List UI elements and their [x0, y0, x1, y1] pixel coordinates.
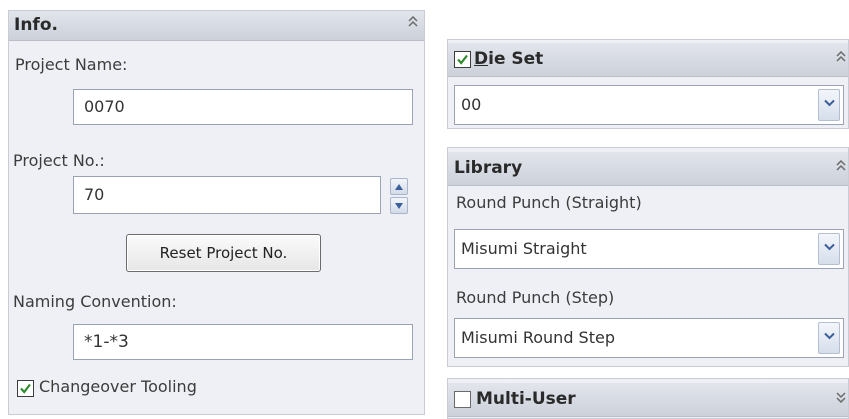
info-panel-header[interactable]: Info.: [9, 11, 424, 41]
library-panel-title: Library: [454, 158, 523, 178]
chevron-down-icon: [824, 332, 835, 340]
check-icon: [457, 54, 468, 65]
project-no-input[interactable]: 70: [73, 176, 381, 214]
round-punch-straight-value: Misumi Straight: [461, 239, 587, 258]
multi-user-checkbox[interactable]: [454, 391, 471, 408]
round-punch-step-select[interactable]: Misumi Round Step: [454, 318, 844, 358]
die-set-panel: Die Set 00: [447, 39, 849, 129]
library-panel-header[interactable]: Library: [448, 152, 848, 186]
project-name-input[interactable]: 0070: [73, 89, 413, 125]
multi-user-panel-title: Multi-User: [476, 389, 576, 409]
die-set-select[interactable]: 00: [454, 85, 844, 125]
chevron-down-icon: [824, 243, 835, 251]
die-set-dropdown-button[interactable]: [818, 89, 840, 121]
double-chevron-down-icon[interactable]: [836, 388, 846, 410]
library-panel: Library Round Punch (Straight) Misumi St…: [447, 147, 849, 367]
die-set-title-rest: ie Set: [488, 49, 544, 69]
multi-user-panel-header[interactable]: Multi-User: [448, 383, 848, 417]
round-punch-step-dropdown-button[interactable]: [818, 322, 840, 354]
naming-convention-input[interactable]: *1-*3: [73, 324, 413, 360]
project-name-label: Project Name:: [15, 55, 128, 74]
die-set-select-value: 00: [461, 95, 482, 114]
triangle-up-icon: [395, 184, 403, 190]
round-punch-straight-select[interactable]: Misumi Straight: [454, 229, 844, 269]
reset-project-no-button[interactable]: Reset Project No.: [126, 234, 321, 272]
info-panel: Info. Project Name: 0070 Project No.: 70…: [8, 10, 425, 415]
changeover-tooling-checkbox[interactable]: [17, 380, 34, 397]
multi-user-panel: Multi-User: [447, 378, 849, 419]
round-punch-straight-dropdown-button[interactable]: [818, 233, 840, 265]
check-icon: [20, 383, 31, 394]
changeover-tooling-label: Changeover Tooling: [39, 377, 197, 396]
round-punch-step-value: Misumi Round Step: [461, 328, 615, 347]
chevron-down-icon: [824, 99, 835, 107]
triangle-down-icon: [395, 203, 403, 209]
project-no-label: Project No.:: [13, 151, 105, 170]
project-no-spin-down[interactable]: [390, 197, 408, 214]
die-set-panel-header[interactable]: Die Set: [448, 43, 848, 77]
project-no-spin-up[interactable]: [390, 178, 408, 195]
info-panel-title: Info.: [14, 15, 58, 35]
die-set-title-mnemonic: D: [474, 49, 489, 69]
round-punch-step-label: Round Punch (Step): [456, 288, 615, 307]
double-chevron-up-icon[interactable]: [408, 13, 418, 35]
double-chevron-up-icon[interactable]: [836, 157, 846, 179]
die-set-panel-title: Die Set: [474, 49, 543, 69]
die-set-checkbox[interactable]: [454, 51, 471, 68]
round-punch-straight-label: Round Punch (Straight): [456, 193, 642, 212]
double-chevron-up-icon[interactable]: [836, 48, 846, 70]
naming-convention-label: Naming Convention:: [13, 292, 177, 311]
